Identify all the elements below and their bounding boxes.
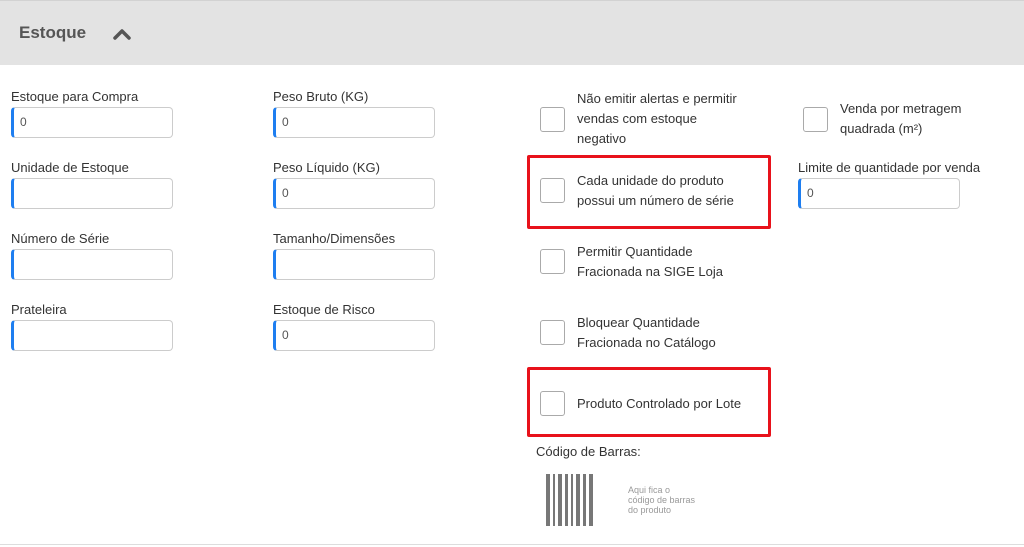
section-title: Estoque	[19, 23, 87, 42]
prateleira-label: Prateleira	[11, 302, 67, 317]
tamanho-dimensoes-label: Tamanho/Dimensões	[273, 231, 396, 246]
nao-emitir-alertas-checkbox[interactable]	[540, 107, 565, 132]
quantidade-fracionada-loja-label: Permitir Quantidade Fracionada na SIGE L…	[577, 244, 723, 279]
peso-liquido-input[interactable]: 0	[273, 178, 435, 209]
numero-serie-label: Número de Série	[11, 231, 110, 246]
numero-serie-input[interactable]	[11, 249, 173, 280]
estoque-compra-input[interactable]: 0	[11, 107, 173, 138]
tamanho-dimensoes-input[interactable]	[273, 249, 435, 280]
peso-bruto-label: Peso Bruto (KG)	[273, 89, 369, 104]
prateleira-input[interactable]	[11, 320, 173, 351]
estoque-risco-input[interactable]: 0	[273, 320, 435, 351]
limite-quantidade-label: Limite de quantidade por venda	[798, 160, 981, 175]
numero-serie-check-label: Cada unidade do produto possui um número…	[577, 173, 734, 208]
estoque-compra-label: Estoque para Compra	[11, 89, 139, 104]
limite-quantidade-input[interactable]: 0	[798, 178, 960, 209]
barcode-placeholder-text: Aqui fica o código de barras do produto	[628, 485, 696, 515]
peso-liquido-label: Peso Líquido (KG)	[273, 160, 380, 175]
bloquear-fracionada-catalogo-label: Bloquear Quantidade Fracionada no Catálo…	[577, 315, 716, 350]
numero-serie-checkbox[interactable]	[540, 178, 565, 203]
barcode-icon	[546, 474, 593, 526]
estoque-risco-label: Estoque de Risco	[273, 302, 375, 317]
unidade-estoque-label: Unidade de Estoque	[11, 160, 129, 175]
quantidade-fracionada-loja-checkbox[interactable]	[540, 249, 565, 274]
venda-metragem-checkbox[interactable]	[803, 107, 828, 132]
section-divider	[0, 544, 1024, 545]
chevron-up-icon[interactable]	[113, 28, 131, 40]
unidade-estoque-input[interactable]	[11, 178, 173, 209]
nao-emitir-alertas-label: Não emitir alertas e permitir vendas com…	[577, 91, 737, 146]
section-header[interactable]: Estoque	[0, 0, 1024, 65]
bloquear-fracionada-catalogo-checkbox[interactable]	[540, 320, 565, 345]
venda-metragem-label: Venda por metragem quadrada (m²)	[840, 101, 962, 136]
controle-lote-label: Produto Controlado por Lote	[577, 396, 742, 411]
peso-bruto-input[interactable]: 0	[273, 107, 435, 138]
controle-lote-checkbox[interactable]	[540, 391, 565, 416]
codigo-barras-label: Código de Barras:	[536, 444, 641, 459]
